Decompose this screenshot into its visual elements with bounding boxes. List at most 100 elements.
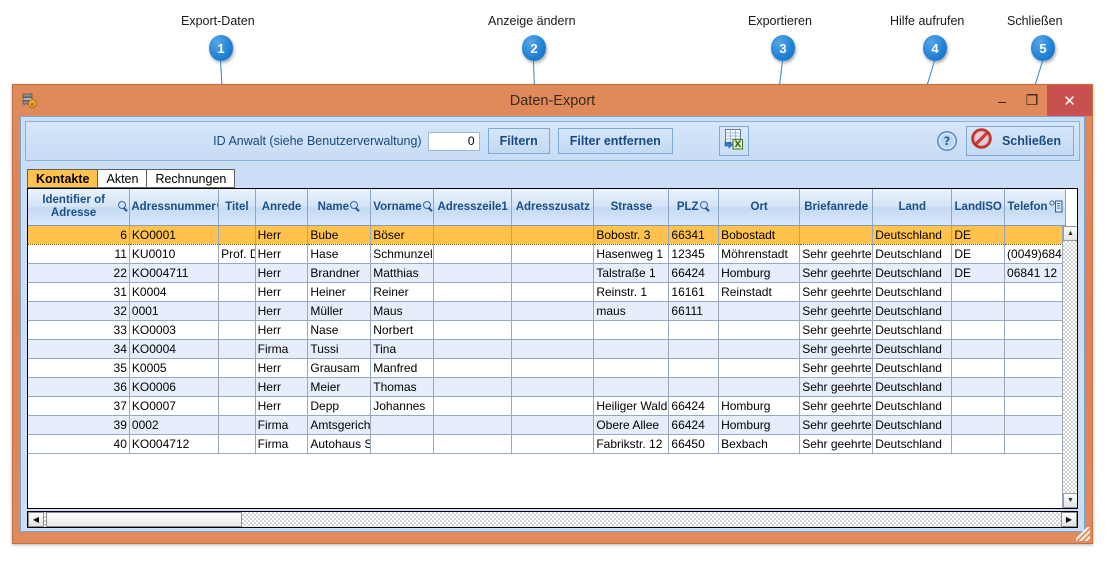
- column-header-adressnummer[interactable]: Adressnummer: [129, 189, 220, 226]
- table-cell: Herr: [255, 224, 309, 245]
- callout-label-1: Export-Daten: [181, 14, 255, 28]
- table-cell: [511, 224, 595, 245]
- column-header-land[interactable]: Land: [872, 189, 953, 226]
- column-header-strasse[interactable]: Strasse: [593, 189, 670, 226]
- tabstrip: Kontakte Akten Rechnungen: [27, 169, 236, 188]
- table-row[interactable]: 22 KO004711 Herr Brandner Matthias Talstraße …: [28, 263, 1066, 283]
- scroll-right-arrow[interactable]: ▶: [1061, 512, 1077, 527]
- maximize-button[interactable]: ❐: [1017, 85, 1047, 116]
- table-cell: Herr: [255, 320, 309, 340]
- column-header-vorname[interactable]: Vorname: [370, 189, 435, 226]
- resize-grip[interactable]: [1076, 527, 1090, 541]
- table-row[interactable]: 35 K0005 Herr Grausam Manfred Sehr geehrter De…: [28, 358, 1066, 378]
- table-cell: 0002: [129, 415, 220, 435]
- table-cell: Sehr geehrter: [799, 377, 874, 397]
- column-header-adresszeile1[interactable]: Adresszeile1: [433, 189, 513, 226]
- table-cell: Sehr geehrter: [799, 320, 874, 340]
- column-filter-magnifier-icon[interactable]: [699, 201, 711, 212]
- column-header-label: Adresszusatz: [515, 200, 590, 213]
- table-cell: [668, 377, 720, 397]
- minimize-button[interactable]: –: [987, 85, 1017, 116]
- table-row[interactable]: 34 KO0004 Firma Tussi Tina Sehr geehrter Deuts…: [28, 339, 1066, 359]
- table-cell: Manfred: [370, 358, 435, 378]
- column-filter-magnifier-icon[interactable]: [118, 201, 127, 212]
- scroll-up-arrow[interactable]: ▲: [1063, 226, 1077, 241]
- table-row[interactable]: 32 0001 Herr Müller Maus maus 66111 Sehr geehrt…: [28, 301, 1066, 321]
- table-row[interactable]: 36 KO0006 Herr Meier Thomas Sehr geehrter Deut…: [28, 377, 1066, 397]
- column-header-briefanrede[interactable]: Briefanrede: [799, 189, 874, 226]
- horizontal-scroll-thumb[interactable]: [46, 512, 242, 527]
- id-anwalt-input[interactable]: [427, 131, 480, 151]
- callout-badge-3: 3: [771, 35, 795, 61]
- table-cell: KO0003: [129, 320, 220, 340]
- table-cell: 16161: [668, 282, 720, 302]
- table-cell: [433, 339, 513, 359]
- column-header-telefon[interactable]: Telefon: [1004, 189, 1066, 226]
- export-to-excel-button[interactable]: X: [718, 126, 749, 156]
- table-cell: [218, 282, 256, 302]
- table-cell: Möhrenstadt: [718, 244, 801, 264]
- table-cell: Maus: [370, 301, 435, 321]
- table-cell: [511, 358, 595, 378]
- table-row[interactable]: 33 KO0003 Herr Nase Norbert Sehr geehrter Deut…: [28, 320, 1066, 340]
- schliessen-button[interactable]: Schließen: [965, 126, 1074, 156]
- column-filter-magnifier-icon[interactable]: [422, 201, 432, 212]
- horizontal-scroll-track[interactable]: [242, 512, 1061, 527]
- data-grid[interactable]: Identifier of Adresse Adressnummer Titel An…: [27, 188, 1078, 509]
- tab-rechnungen[interactable]: Rechnungen: [146, 169, 236, 188]
- table-cell: [433, 396, 513, 416]
- table-row[interactable]: 11KU0010Prof. Dr.HerrHaseSchmunzel Hasenw…: [28, 244, 1066, 264]
- vertical-scrollbar[interactable]: ▲ ▼: [1062, 226, 1077, 508]
- table-cell: Fabrikstr. 12: [593, 434, 670, 454]
- callout-label-3: Exportieren: [748, 14, 812, 28]
- column-header-ort[interactable]: Ort: [718, 189, 801, 226]
- table-row[interactable]: 390002 FirmaAmtsgericht H Obere Allee66424…: [28, 415, 1066, 435]
- window-titlebar[interactable]: e Daten-Export – ❐ ✕: [13, 85, 1092, 116]
- table-cell: Herr: [255, 244, 309, 264]
- column-header-plz[interactable]: PLZ: [668, 189, 720, 226]
- column-chooser-icon[interactable]: [1048, 200, 1063, 213]
- table-cell: Amtsgericht H: [307, 415, 372, 435]
- filter-remove-button[interactable]: Filter entfernen: [557, 128, 673, 154]
- column-header-name[interactable]: Name: [307, 189, 372, 226]
- table-cell: Meier: [307, 377, 372, 397]
- table-row-selected[interactable]: 6 KO0001 Herr Bube Böser Bobostr. 3 66341 Bobos…: [28, 224, 1066, 245]
- column-header-adresszusatz[interactable]: Adresszusatz: [511, 189, 595, 226]
- window-close-button[interactable]: ✕: [1047, 85, 1092, 116]
- column-header-titel[interactable]: Titel: [218, 189, 256, 226]
- table-cell: [718, 377, 801, 397]
- table-cell: Bexbach: [718, 434, 801, 454]
- table-cell: [668, 339, 720, 359]
- column-filter-magnifier-icon[interactable]: [349, 201, 361, 212]
- table-cell: [718, 320, 801, 340]
- callout-badge-5: 5: [1031, 35, 1055, 61]
- table-row[interactable]: 37 KO0007 Herr Depp Johannes Heiliger Wald 664…: [28, 396, 1066, 416]
- column-header-landiso[interactable]: LandISO: [951, 189, 1006, 226]
- callout-badge-1: 1: [209, 35, 233, 61]
- table-row[interactable]: 40KO004712 FirmaAutohaus Sch Fabrikstr. 12…: [28, 434, 1066, 454]
- scroll-down-arrow[interactable]: ▼: [1063, 493, 1077, 508]
- table-header-row: Identifier of Adresse Adressnummer Titel An…: [28, 189, 1066, 226]
- horizontal-scrollbar[interactable]: ◀ ▶: [27, 511, 1078, 528]
- scroll-left-arrow[interactable]: ◀: [28, 512, 44, 527]
- table-cell: 36: [28, 377, 130, 397]
- column-header-label: Name: [317, 200, 349, 213]
- table-cell: KO0007: [129, 396, 220, 416]
- column-header-anrede[interactable]: Anrede: [255, 189, 309, 226]
- table-cell: [593, 320, 670, 340]
- table-cell: [218, 320, 256, 340]
- help-button[interactable]: ?: [936, 130, 958, 152]
- filter-button[interactable]: Filtern: [487, 128, 550, 154]
- table-cell: Firma: [255, 415, 309, 435]
- table-cell: maus: [593, 301, 670, 321]
- table-cell: Deutschland: [872, 263, 953, 283]
- tab-kontakte[interactable]: Kontakte: [27, 169, 99, 188]
- tab-akten[interactable]: Akten: [97, 169, 148, 188]
- column-header-identifier-of-adresse[interactable]: Identifier of Adresse: [28, 189, 130, 226]
- table-row[interactable]: 31 K0004 Herr Heiner Reiner Reinstr. 1 16161 Re…: [28, 282, 1066, 302]
- table-cell: Sehr geehrter: [799, 282, 874, 302]
- table-cell: Prof. Dr.: [218, 244, 256, 264]
- table-cell: Bube: [307, 224, 372, 245]
- table-cell: Müller: [307, 301, 372, 321]
- vertical-scroll-track[interactable]: [1063, 241, 1077, 508]
